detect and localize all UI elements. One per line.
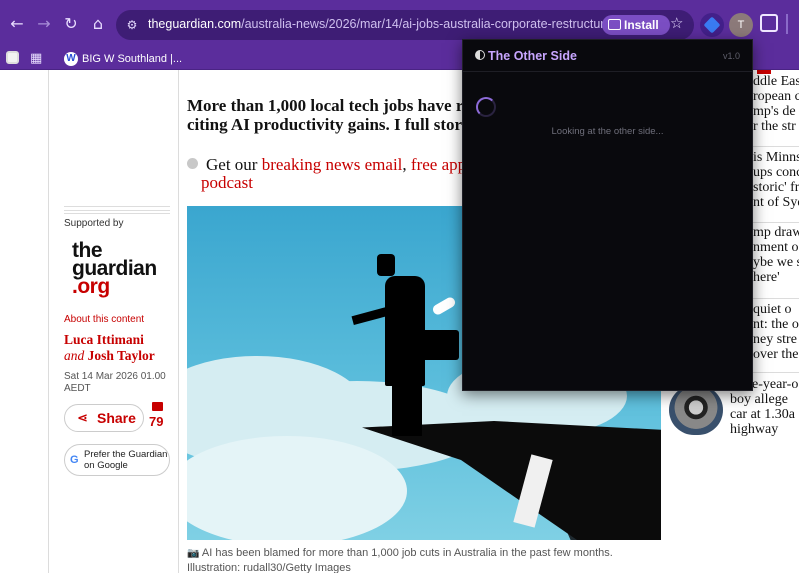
headline-divider: [753, 372, 799, 373]
back-icon[interactable]: ←: [6, 13, 28, 35]
headline-line: car at 1.30a: [730, 407, 795, 422]
headline-line: r the str: [753, 119, 796, 134]
camera-icon: 📷: [187, 548, 200, 559]
headline-line: ney stre: [753, 332, 797, 347]
headline-line: here': [753, 270, 780, 285]
podcast-link[interactable]: podcast: [201, 173, 253, 193]
headline-line: highway: [730, 422, 779, 437]
bullet-icon: [187, 158, 198, 169]
extension-icon: [703, 16, 721, 34]
police-badge-thumbnail[interactable]: [669, 385, 723, 435]
url-text[interactable]: theguardian.com/australia-news/2026/mar/…: [148, 17, 611, 31]
comment-count[interactable]: 79: [149, 414, 163, 429]
home-icon[interactable]: ⌂: [87, 13, 109, 35]
google-line: on Google: [84, 460, 128, 471]
byline: Luca Ittimani and Josh Taylor: [64, 332, 155, 364]
google-line: Prefer the Guardian: [84, 449, 168, 460]
prefer-google-button[interactable]: G Prefer the Guardian on Google: [64, 444, 170, 476]
loading-spinner-icon: [476, 97, 496, 117]
toolbar-divider: [786, 14, 788, 34]
caption-text: AI has been blamed for more than 1,000 j…: [187, 547, 613, 573]
image-caption: 📷 AI has been blamed for more than 1,000…: [187, 546, 627, 573]
author-link[interactable]: Luca Ittimani: [64, 332, 155, 348]
supported-by-label: Supported by: [64, 218, 124, 229]
install-icon: [608, 19, 621, 30]
headline-divider: [753, 146, 799, 147]
share-button[interactable]: ⋖ Share: [64, 404, 144, 432]
share-label: Share: [97, 410, 136, 426]
comment-icon[interactable]: [152, 402, 163, 411]
site-settings-icon[interactable]: ⚙: [124, 17, 140, 33]
extension-popup: The Other Side v1.0 Looking at the other…: [462, 39, 753, 391]
headline-line: storic' fr: [753, 180, 799, 195]
popup-header: The Other Side v1.0: [463, 40, 752, 72]
bookmark-big-w[interactable]: W BIG W Southland |...: [64, 50, 182, 68]
headline-line: ybe we s: [753, 255, 799, 270]
headline-line: nment o: [753, 240, 799, 255]
most-viewed-headline[interactable]: is Minns ups conc storic' fr nt of Syd: [753, 150, 799, 210]
author-link[interactable]: Josh Taylor: [88, 348, 155, 363]
column-rule: [48, 70, 49, 573]
address-bar[interactable]: ⚙ theguardian.com/australia-news/2026/ma…: [116, 10, 694, 40]
profile-avatar[interactable]: T: [729, 13, 753, 37]
newsletter-prefix: Get our: [206, 155, 258, 174]
headline-line: boy allege: [730, 392, 788, 407]
headline-line: is Minns: [753, 150, 799, 165]
divider-lines: [64, 206, 170, 214]
most-viewed-headline[interactable]: mp draw nment o ybe we s here': [753, 225, 799, 285]
date-line: Sat 14 Mar 2026 01.00: [64, 371, 166, 382]
figure-legs: [392, 381, 422, 436]
install-label: Install: [624, 18, 659, 32]
pushing-hand: [431, 295, 457, 317]
headline-line: over the: [753, 347, 799, 362]
headline-line: mp's de: [753, 104, 796, 119]
url-domain: theguardian.com: [148, 17, 242, 31]
forward-icon[interactable]: →: [33, 13, 55, 35]
byline-and: and: [64, 348, 85, 363]
headline-divider: [753, 222, 799, 223]
headline-line: ddle East: [753, 74, 799, 89]
apps-grid-icon[interactable]: ▦: [30, 51, 42, 66]
most-viewed-headline[interactable]: ddle East ropean c mp's de r the str: [753, 74, 799, 134]
popup-version: v1.0: [722, 51, 740, 61]
half-circle-icon: [475, 50, 485, 60]
date-line: AEDT: [64, 383, 91, 394]
newsletter-comma: ,: [402, 155, 407, 174]
extensions-puzzle-icon[interactable]: [760, 14, 778, 32]
reload-icon[interactable]: ↻: [60, 13, 82, 35]
free-app-link[interactable]: free app: [411, 155, 466, 174]
popup-title: The Other Side: [488, 49, 577, 63]
publish-date: Sat 14 Mar 2026 01.00 AEDT: [64, 371, 166, 395]
logo-line: .org: [72, 275, 110, 298]
loading-status: Looking at the other side...: [551, 126, 664, 137]
breaking-news-email-link[interactable]: breaking news email: [262, 155, 403, 174]
extension-button[interactable]: [700, 13, 724, 37]
figure-head: [377, 254, 395, 276]
headline-divider: [753, 298, 799, 299]
column-rule: [178, 70, 179, 573]
guardian-org-logo[interactable]: the guardian .org: [72, 240, 157, 298]
headline-line: ups conc: [753, 165, 799, 180]
most-viewed-headline[interactable]: quiet o nt: the o ney stre over the: [753, 302, 799, 362]
google-icon: G: [70, 454, 79, 466]
headline-line: nt of Syd: [753, 195, 799, 210]
headline-line: nt: the o: [753, 317, 799, 332]
headline-line: ropean c: [753, 89, 799, 104]
url-path: /australia-news/2026/mar/14/ai-jobs-aust…: [241, 17, 612, 31]
bookmark-label: BIG W Southland |...: [82, 53, 183, 65]
share-icon: ⋖: [77, 411, 88, 426]
about-content-link[interactable]: About this content: [64, 314, 144, 325]
sidebar-toggle-icon[interactable]: [6, 51, 19, 64]
briefcase-shape: [419, 330, 459, 360]
install-app-button[interactable]: Install: [602, 15, 670, 35]
cliff-shape: [362, 421, 661, 540]
headline-line: quiet o: [753, 302, 792, 317]
bookmark-favicon: W: [64, 52, 78, 66]
headline-line: mp draw: [753, 225, 799, 240]
bookmark-star-icon[interactable]: ☆: [670, 14, 683, 32]
